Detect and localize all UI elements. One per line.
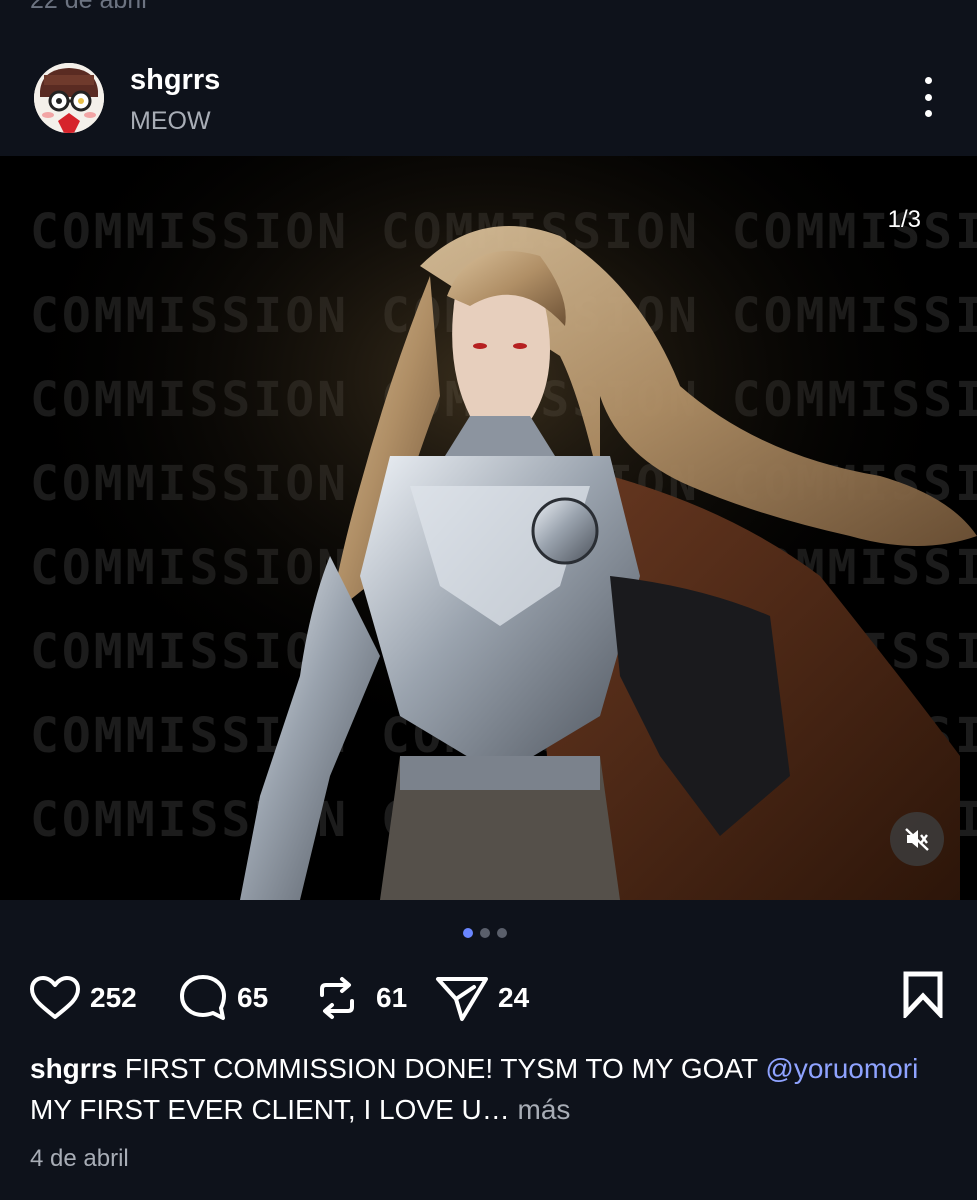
post-caption: shgrrs FIRST COMMISSION DONE! TYSM TO MY… [30, 1048, 950, 1130]
post-media-carousel[interactable]: COMMISSION COMMISSION COMMISSIONCOMMISSI… [0, 156, 977, 900]
author-subtitle: MEOW [130, 107, 211, 135]
carousel-dot[interactable] [480, 928, 490, 938]
post-date: 4 de abril [30, 1145, 129, 1172]
bookmark-icon [903, 971, 943, 1021]
more-options-button[interactable] [912, 77, 944, 117]
carousel-dot[interactable] [497, 928, 507, 938]
repost-count: 61 [376, 982, 408, 1013]
heart-icon [30, 976, 80, 1019]
commission-artwork: COMMISSION COMMISSION COMMISSIONCOMMISSI… [0, 156, 977, 900]
author-username[interactable]: shgrrs [130, 64, 220, 97]
carousel-pagination [463, 928, 507, 938]
comment-button[interactable]: 65 [177, 968, 268, 1028]
carousel-dot-active[interactable] [463, 928, 473, 938]
caption-mention[interactable]: @yoruomori [765, 1053, 918, 1084]
caption-text-continued: MY FIRST EVER CLIENT, I LOVE U… [30, 1094, 510, 1125]
post-header: shgrrs MEOW [0, 55, 977, 155]
more-vertical-icon-dot [924, 93, 932, 101]
like-count: 252 [90, 982, 137, 1013]
send-icon [436, 977, 488, 1021]
avatar-image [34, 63, 104, 133]
repost-icon [320, 977, 354, 1019]
previous-post-date: 22 de abril [30, 0, 147, 14]
caption-more-link[interactable]: más [510, 1094, 571, 1125]
post-actions: 252 65 61 24 [0, 968, 977, 1028]
caption-username[interactable]: shgrrs [30, 1053, 117, 1084]
comment-icon [180, 975, 226, 1020]
more-vertical-icon-dot [924, 110, 932, 117]
comment-count: 65 [237, 982, 269, 1013]
caption-text: FIRST COMMISSION DONE! TYSM TO MY GOAT [117, 1053, 766, 1084]
bookmark-button[interactable] [902, 970, 944, 1023]
media-counter: 1/3 [887, 206, 921, 233]
mute-toggle-button[interactable] [890, 812, 944, 866]
like-button[interactable]: 252 [28, 968, 137, 1028]
avatar[interactable] [34, 63, 104, 133]
more-vertical-icon [924, 77, 932, 84]
repost-button[interactable]: 61 [312, 968, 407, 1028]
share-button[interactable]: 24 [434, 968, 529, 1028]
speaker-muted-icon [905, 828, 929, 851]
share-count: 24 [498, 982, 530, 1013]
